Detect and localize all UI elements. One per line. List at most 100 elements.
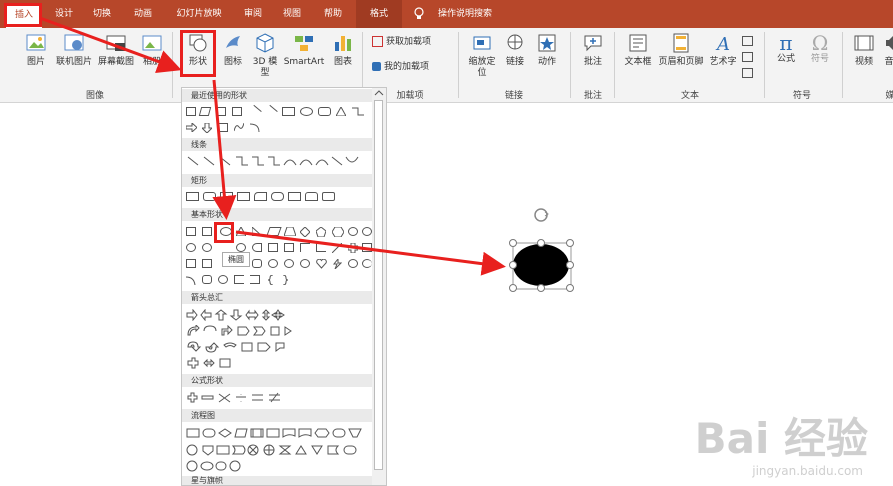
comment-button[interactable]: 批注 <box>578 32 608 68</box>
shape-rounded-rect[interactable] <box>318 107 331 116</box>
shape-rect-9[interactable] <box>322 192 335 201</box>
shape-plaque[interactable] <box>362 243 372 252</box>
shape-arrow-line[interactable] <box>264 104 278 119</box>
action-button[interactable]: 动作 <box>532 32 562 68</box>
zoom-button[interactable]: 缩放定位 <box>466 32 498 79</box>
tab-view[interactable]: 视图 <box>276 0 308 28</box>
shape-pentagon[interactable] <box>315 226 327 238</box>
shape-row-lines[interactable] <box>186 155 373 169</box>
tell-me-search[interactable]: 操作说明搜索 <box>432 0 498 28</box>
symbol-button[interactable]: Ω 符号 <box>806 32 834 65</box>
shape-heptagon[interactable] <box>348 227 358 236</box>
resize-handle-n[interactable] <box>537 239 545 247</box>
shape-row-arrows-4[interactable] <box>186 357 373 371</box>
video-button[interactable]: 视频 <box>850 32 878 68</box>
gallery-scrollbar[interactable] <box>372 87 387 486</box>
shape-rect-1[interactable] <box>186 192 199 201</box>
resize-handle-sw[interactable] <box>509 284 517 292</box>
shape-row-basic-4[interactable] <box>185 274 373 288</box>
shape-row-arrows-3[interactable] <box>186 341 373 355</box>
shape-rect-4[interactable] <box>237 192 250 201</box>
shape-diamond[interactable] <box>299 226 311 238</box>
shape-plus[interactable] <box>347 242 359 254</box>
picture-button[interactable]: 图片 <box>22 32 50 68</box>
block-arrows-icon-4[interactable] <box>186 357 371 369</box>
shape-left-brace[interactable] <box>267 274 278 286</box>
equation-button[interactable]: π 公式 <box>772 32 800 65</box>
shape-left-bracket[interactable] <box>234 275 244 284</box>
shape-hexagon[interactable] <box>331 226 345 238</box>
shape-line[interactable] <box>248 104 262 119</box>
shape-trapezoid[interactable] <box>186 107 196 116</box>
shape-half-frame[interactable] <box>300 243 310 252</box>
tab-transitions[interactable]: 切换 <box>86 0 118 28</box>
rotate-handle-icon[interactable] <box>534 208 548 222</box>
shape-frame[interactable] <box>284 243 294 252</box>
shape-teardrop[interactable] <box>268 243 278 252</box>
shape-textbox[interactable] <box>216 107 226 116</box>
screenshot-button[interactable]: 屏幕截图 <box>96 32 136 68</box>
shape-isosceles-triangle[interactable] <box>235 225 247 237</box>
shape-right-bracket[interactable] <box>250 275 260 284</box>
scroll-up-icon[interactable] <box>372 88 386 98</box>
shape-oval-recent[interactable] <box>300 107 313 116</box>
header-footer-button[interactable]: 页眉和页脚 <box>656 32 706 68</box>
shape-diagonal-stripe[interactable] <box>331 242 343 254</box>
shape-rect-2[interactable] <box>203 192 216 201</box>
resize-handle-ne[interactable] <box>566 239 574 247</box>
icons-button[interactable]: 图标 <box>220 32 246 68</box>
resize-handle-se[interactable] <box>566 284 574 292</box>
chart-button[interactable]: 图表 <box>330 32 356 68</box>
tab-format[interactable]: 格式 <box>356 0 402 28</box>
equation-shapes-icon[interactable] <box>186 392 371 404</box>
resize-handle-s[interactable] <box>537 284 545 292</box>
tab-design[interactable]: 设计 <box>48 0 80 28</box>
shape-double-bracket[interactable] <box>202 275 212 284</box>
flowchart-icon-3[interactable] <box>186 460 371 472</box>
textbox-button[interactable]: 文本框 <box>622 32 654 68</box>
audio-button[interactable]: 音 <box>882 32 893 68</box>
block-arrows-icon[interactable] <box>186 308 371 322</box>
shape-cube[interactable] <box>202 259 212 268</box>
resize-handle-w[interactable] <box>509 261 517 269</box>
tab-animations[interactable]: 动画 <box>126 0 160 28</box>
text-small-buttons[interactable] <box>742 36 754 78</box>
shape-smiley[interactable] <box>300 259 310 268</box>
shape-row-arrows-2[interactable] <box>186 323 373 339</box>
shape-rect-3[interactable] <box>220 192 233 201</box>
resize-handle-nw[interactable] <box>509 239 517 247</box>
shape-heart[interactable] <box>316 258 327 269</box>
shape-right-arrow[interactable] <box>185 121 198 134</box>
shape-basic-vtextbox[interactable] <box>202 227 212 236</box>
shape-arc[interactable] <box>249 123 260 133</box>
shape-row-flowchart-1[interactable] <box>186 427 373 441</box>
shape-row-flowchart-2[interactable] <box>186 444 373 458</box>
shape-basic-trapezoid[interactable] <box>283 226 297 237</box>
shape-no-symbol[interactable] <box>284 259 294 268</box>
online-picture-button[interactable]: 联机图片 <box>54 32 94 68</box>
shape-bevel[interactable] <box>252 259 262 268</box>
shape-row-equation[interactable] <box>186 392 373 406</box>
get-addins-button[interactable]: 获取加载项 <box>372 36 442 48</box>
shape-right-triangle[interactable] <box>251 225 264 237</box>
flowchart-icon-2[interactable] <box>186 444 371 456</box>
shape-down-arrow[interactable] <box>200 122 214 134</box>
shape-dodecagon[interactable] <box>202 243 212 252</box>
shape-row-flowchart-3[interactable] <box>186 460 373 474</box>
shape-rect-7[interactable] <box>288 192 301 201</box>
scroll-thumb[interactable] <box>374 100 383 470</box>
shape-can[interactable] <box>186 259 196 268</box>
shape-basic-textbox[interactable] <box>186 227 196 236</box>
shape-snip-rect[interactable] <box>218 123 228 132</box>
shape-rectangle[interactable] <box>282 107 295 116</box>
shape-triangle[interactable] <box>335 105 347 117</box>
shape-row-basic-3[interactable] <box>186 257 373 272</box>
shape-double-brace[interactable] <box>218 275 228 284</box>
shape-arc-basic[interactable] <box>185 275 196 286</box>
shape-row-arrows-1[interactable] <box>186 308 373 323</box>
3d-model-button[interactable]: 3D 模型 <box>250 32 280 79</box>
my-addins-button[interactable]: 我的加载项 <box>372 62 442 73</box>
shape-row-basic-2[interactable] <box>186 242 373 256</box>
block-arrows-icon-3[interactable] <box>186 341 371 353</box>
shape-lightning[interactable] <box>332 257 343 270</box>
